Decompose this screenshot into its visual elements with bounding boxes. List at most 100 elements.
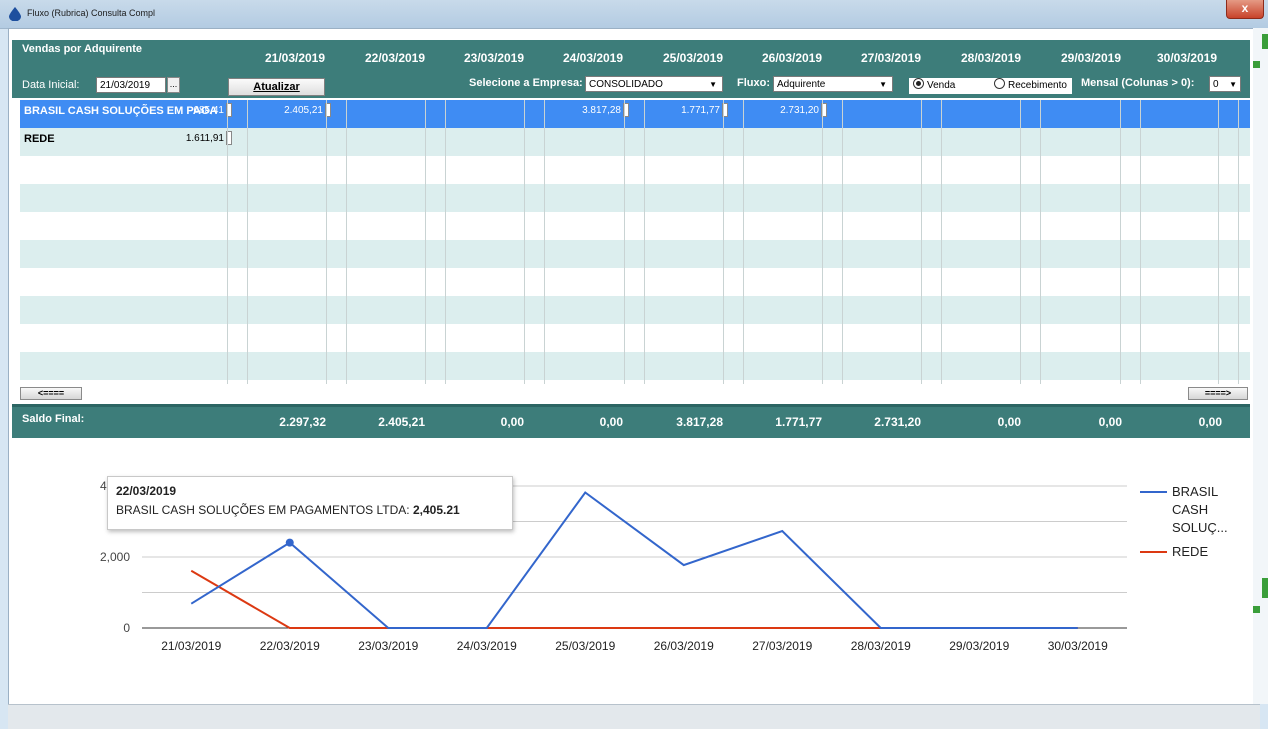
window-title-bar: Fluxo (Rubrica) Consulta Compl x (0, 0, 1268, 29)
saldo-value: 2.405,21 (378, 415, 425, 429)
acquirer-name: REDE (24, 133, 55, 145)
date-picker-button[interactable]: ... (167, 77, 180, 93)
atualizar-button[interactable]: Atualizar (228, 78, 325, 96)
saldo-final-label: Saldo Final: (22, 413, 85, 425)
data-grid: REDE 1.611,91 BRASIL CASH SOLUÇÕES EM PAGA… (20, 100, 1250, 384)
mensal-label: Mensal (Colunas > 0): (1081, 77, 1195, 89)
column-divider (1238, 100, 1239, 384)
cell-value[interactable]: 1.771,77 (632, 105, 720, 116)
radio-venda[interactable]: Venda (913, 78, 955, 91)
x-tick-label: 30/03/2019 (1048, 639, 1108, 653)
right-strip (1253, 28, 1268, 704)
column-divider (743, 100, 744, 384)
column-divider (644, 100, 645, 384)
status-bar (8, 704, 1260, 729)
x-tick-label: 23/03/2019 (358, 639, 418, 653)
saldo-value: 1.771,77 (775, 415, 822, 429)
chart-tooltip: 22/03/2019 BRASIL CASH SOLUÇÕES EM PAGAM… (107, 476, 513, 530)
table-row[interactable] (20, 296, 1250, 324)
scroll-left-button[interactable]: <==== (20, 387, 82, 400)
tooltip-value: 2,405.21 (412, 503, 460, 517)
mensal-select[interactable]: 0 ▼ (1209, 76, 1241, 92)
column-date: 28/03/2019 (960, 51, 1022, 65)
app-drop-icon (9, 7, 21, 21)
cell-value[interactable]: 685,41 (136, 105, 224, 116)
column-date: 21/03/2019 (264, 51, 326, 65)
grid-title: Vendas por Adquirente (22, 43, 143, 55)
cell-value[interactable]: 1.611,91 (136, 133, 224, 144)
saldo-value: 2.731,20 (874, 415, 921, 429)
saldo-value: 3.817,28 (676, 415, 723, 429)
fluxo-select[interactable]: Adquirente ▼ (773, 76, 893, 92)
chevron-down-icon: ▼ (1229, 80, 1237, 89)
cell-value[interactable]: 3.817,28 (533, 105, 621, 116)
column-divider (1020, 100, 1021, 384)
table-row[interactable] (20, 268, 1250, 296)
data-inicial-label: Data Inicial: (22, 79, 80, 91)
column-divider (723, 100, 724, 384)
chevron-down-icon: ▼ (709, 80, 717, 89)
tooltip-date: 22/03/2019 (116, 484, 177, 498)
empresa-value: CONSOLIDADO (589, 79, 663, 90)
legend-label: REDE (1172, 544, 1208, 559)
data-inicial-input[interactable]: 21/03/2019 (96, 77, 166, 93)
column-divider (326, 100, 327, 384)
legend-label: BRASIL (1172, 484, 1218, 499)
mensal-value: 0 (1213, 79, 1219, 90)
x-tick-label: 24/03/2019 (457, 639, 517, 653)
x-tick-label: 26/03/2019 (654, 639, 714, 653)
saldo-value: 0,00 (599, 415, 623, 429)
table-row[interactable] (20, 352, 1250, 380)
close-button[interactable]: x (1226, 0, 1264, 19)
column-divider (822, 100, 823, 384)
column-divider (524, 100, 525, 384)
x-tick-label: 29/03/2019 (949, 639, 1009, 653)
column-date: 30/03/2019 (1156, 51, 1218, 65)
column-divider (445, 100, 446, 384)
radio-unselected-icon (994, 78, 1005, 89)
cell-value[interactable]: 2.405,21 (235, 105, 323, 116)
x-tick-label: 27/03/2019 (752, 639, 812, 653)
green-marker (1253, 606, 1260, 613)
saldo-value: 0,00 (1198, 415, 1222, 429)
cell-value[interactable]: 2.731,20 (731, 105, 819, 116)
x-tick-label: 22/03/2019 (260, 639, 320, 653)
table-row[interactable] (20, 240, 1250, 268)
column-divider (1120, 100, 1121, 384)
window-title: Fluxo (Rubrica) Consulta Compl (27, 8, 156, 18)
table-row[interactable]: BRASIL CASH SOLUÇÕES EM PAGA 685,41 2.405,… (20, 100, 1250, 128)
column-divider (544, 100, 545, 384)
scroll-right-button[interactable]: ====> (1188, 387, 1248, 400)
column-divider (1218, 100, 1219, 384)
column-date: 27/03/2019 (860, 51, 922, 65)
table-row[interactable]: REDE 1.611,91 (20, 128, 1250, 156)
table-row[interactable] (20, 156, 1250, 184)
table-row[interactable] (20, 184, 1250, 212)
x-tick-label: 21/03/2019 (161, 639, 221, 653)
column-divider (1040, 100, 1041, 384)
table-row[interactable] (20, 324, 1250, 352)
radio-recebimento[interactable]: Recebimento (994, 78, 1067, 94)
legend-label: SOLUÇ... (1172, 520, 1228, 535)
column-divider (1140, 100, 1141, 384)
column-divider (247, 100, 248, 384)
chevron-down-icon: ▼ (879, 80, 887, 89)
green-marker (1262, 34, 1268, 49)
column-divider (624, 100, 625, 384)
column-date: 25/03/2019 (662, 51, 724, 65)
column-divider (921, 100, 922, 384)
empresa-select[interactable]: CONSOLIDADO ▼ (585, 76, 723, 92)
column-date: 29/03/2019 (1060, 51, 1122, 65)
saldo-value: 0,00 (500, 415, 524, 429)
column-divider (425, 100, 426, 384)
column-date: 23/03/2019 (463, 51, 525, 65)
radio-selected-icon (913, 78, 924, 89)
empresa-label: Selecione a Empresa: (469, 77, 583, 89)
column-divider (346, 100, 347, 384)
fluxo-value: Adquirente (777, 79, 826, 90)
horizontal-scroll: <==== ====> (20, 385, 1250, 401)
table-row[interactable] (20, 212, 1250, 240)
radio-recebimento-label: Recebimento (1008, 80, 1067, 91)
series-line (190, 569, 1078, 629)
grid-header: Vendas por Adquirente 21/03/2019 22/03/2… (12, 40, 1250, 98)
